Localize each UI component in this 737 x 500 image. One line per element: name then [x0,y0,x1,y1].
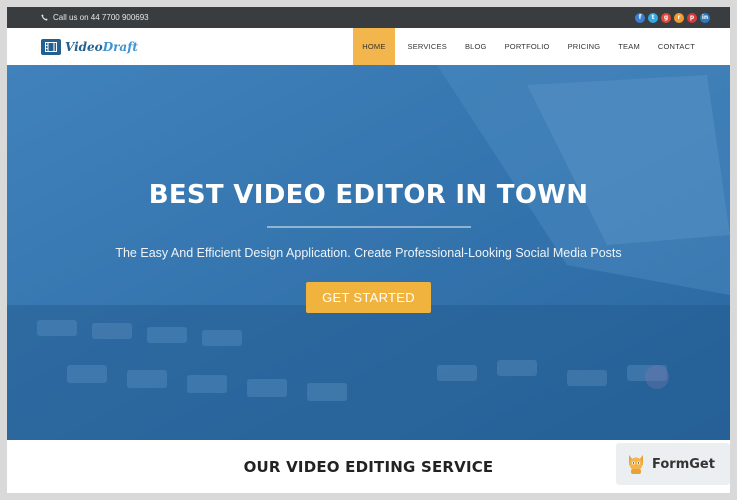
rss-icon[interactable]: r [674,12,684,23]
hero-subtitle: The Easy And Efficient Design Applicatio… [115,246,622,260]
hero-banner: BEST VIDEO EDITOR IN TOWN The Easy And E… [7,65,730,440]
nav-item-home[interactable]: HOME [353,28,395,65]
film-logo-icon [41,38,61,55]
nav-item-services[interactable]: SERVICES [399,28,456,65]
main-nav: HOME SERVICES BLOG PORTFOLIO PRICING TEAM CONT… [353,28,730,65]
site-logo[interactable]: VideoDraft [7,28,138,65]
logo-text: VideoDraft [65,39,138,54]
phone-icon [41,14,48,21]
nav-item-contact[interactable]: CONTACT [649,28,704,65]
nav-item-portfolio[interactable]: PORTFOLIO [496,28,559,65]
linkedin-icon[interactable]: in [700,12,710,23]
google-plus-icon[interactable]: g [661,12,671,23]
badge-text: FormGet [652,456,715,472]
hero-title: BEST VIDEO EDITOR IN TOWN [148,180,589,210]
twitter-icon[interactable]: t [648,12,658,23]
get-started-button[interactable]: GET STARTED [306,282,431,313]
navbar: VideoDraft HOME SERVICES BLOG PORTFOLIO PRIC… [7,28,730,66]
page-frame: Call us on 44 7700 900693 f t g r p in VideoD… [7,7,730,493]
nav-item-pricing[interactable]: PRICING [559,28,610,65]
formget-badge: FormGet [616,443,730,485]
cat-mascot-icon [629,455,643,474]
facebook-icon[interactable]: f [635,12,645,23]
nav-item-team[interactable]: TEAM [609,28,649,65]
hero-content: BEST VIDEO EDITOR IN TOWN The Easy And E… [7,180,730,313]
pinterest-icon[interactable]: p [687,12,697,23]
top-bar: Call us on 44 7700 900693 f t g r p in [7,7,730,28]
nav-item-blog[interactable]: BLOG [456,28,496,65]
social-links: f t g r p in [635,12,710,23]
phone-text: Call us on 44 7700 900693 [53,13,149,22]
contact-phone: Call us on 44 7700 900693 [41,13,149,22]
hero-divider [266,226,471,228]
